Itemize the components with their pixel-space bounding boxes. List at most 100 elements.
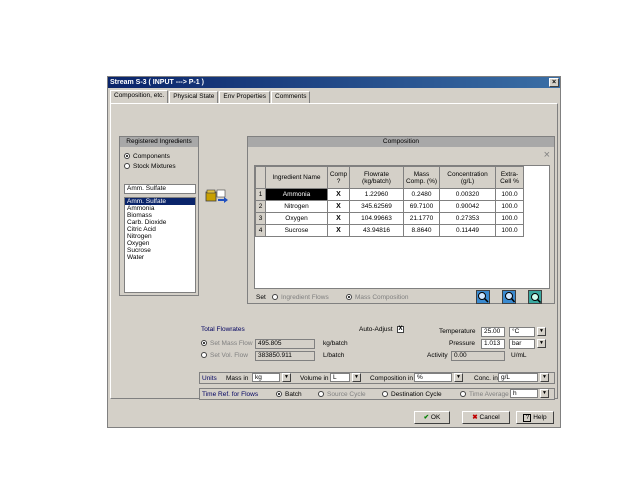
temperature-input[interactable]: 25.00	[481, 327, 505, 337]
cell-comp[interactable]: X	[327, 200, 350, 213]
composition-row[interactable]: 3 Oxygen X 104.99663 21.1770 0.27353 100.0	[255, 212, 524, 225]
ingredient-list-item[interactable]: Water	[125, 254, 195, 261]
cancel-x-icon: ✖	[472, 414, 478, 421]
cell-n[interactable]: 3	[255, 212, 266, 225]
cell-mass[interactable]: 69.7100	[403, 200, 440, 213]
tab-physical-state[interactable]: Physical State	[169, 91, 219, 103]
cell-name[interactable]: Oxygen	[265, 212, 328, 225]
cell-extra[interactable]: 100.0	[495, 200, 524, 213]
temperature-unit-dropdown[interactable]: ▼	[537, 327, 546, 336]
mass-unit-dropdown[interactable]: ▼	[282, 373, 291, 382]
pressure-unit-select[interactable]: bar	[509, 339, 535, 349]
stream-dialog: Stream S-3 ( INPUT ---> P-1 ) × Composit…	[107, 76, 561, 428]
ingredient-list-item[interactable]: Ammonia	[125, 205, 195, 212]
radio-icon	[460, 391, 466, 398]
tab-env-properties[interactable]: Env Properties	[219, 91, 271, 103]
set-mass-composition-radio[interactable]: Mass Composition	[346, 294, 408, 301]
pressure-input[interactable]: 1.013	[481, 339, 505, 349]
volume-unit-select[interactable]: L	[330, 373, 350, 382]
cell-extra[interactable]: 100.0	[495, 212, 524, 225]
batch-radio[interactable]: Batch	[276, 391, 302, 398]
close-button[interactable]: ×	[549, 78, 559, 87]
radio-icon	[272, 294, 278, 301]
cell-flow[interactable]: 43.94816	[349, 224, 404, 237]
cancel-button[interactable]: ✖ Cancel	[462, 411, 510, 424]
tab-comments[interactable]: Comments	[271, 91, 311, 103]
composition-row[interactable]: 1 Ammonia X 1.22960 0.2480 0.00320 100.0	[255, 188, 524, 201]
stock-mixtures-radio[interactable]: Stock Mixtures	[124, 163, 176, 170]
cell-conc[interactable]: 0.27353	[439, 212, 496, 225]
cell-mass[interactable]: 8.8640	[403, 224, 440, 237]
composition-close-icon[interactable]: ×	[544, 149, 550, 161]
ingredient-list-item[interactable]: Citric Acid	[125, 226, 195, 233]
ingredient-list-item[interactable]: Carb. Dioxide	[125, 219, 195, 226]
cell-n[interactable]: 1	[255, 188, 266, 201]
corner-cell	[255, 166, 266, 189]
view-ingredient-icon[interactable]	[502, 290, 516, 304]
ok-button[interactable]: ✔ OK	[414, 411, 450, 424]
ingredient-list-item[interactable]: Nitrogen	[125, 233, 195, 240]
cell-name[interactable]: Sucrose	[265, 224, 328, 237]
source-cycle-radio[interactable]: Source Cycle	[318, 391, 366, 398]
conc-unit-dropdown[interactable]: ▼	[540, 373, 549, 382]
composition-header: Composition	[248, 137, 554, 147]
set-ingredient-flows-radio[interactable]: Ingredient Flows	[272, 294, 329, 301]
radio-icon	[346, 294, 352, 301]
ingredient-properties-icon[interactable]	[528, 290, 542, 304]
components-radio[interactable]: Components	[124, 153, 170, 160]
cell-name[interactable]: Nitrogen	[265, 200, 328, 213]
cell-extra[interactable]: 100.0	[495, 188, 524, 201]
total-flowrates-section: Total Flowrates Auto-Adjust X Set Mass F…	[199, 326, 555, 368]
ingredient-list[interactable]: Amm. Sulfate Ammonia Biomass Carb. Dioxide C…	[124, 197, 196, 293]
mass-flow-unit: kg/batch	[323, 340, 348, 347]
conc-unit-select[interactable]: g/L	[498, 373, 538, 382]
ingredient-list-item[interactable]: Sucrose	[125, 247, 195, 254]
cell-n[interactable]: 4	[255, 224, 266, 237]
ingredient-search-input[interactable]: Amm. Sulfate	[124, 184, 196, 194]
cell-conc[interactable]: 0.00320	[439, 188, 496, 201]
conc-in-label: Conc. in	[474, 375, 498, 382]
cell-comp[interactable]: X	[327, 212, 350, 225]
pressure-unit-dropdown[interactable]: ▼	[537, 339, 546, 348]
help-button[interactable]: ? Help	[516, 411, 554, 424]
destination-cycle-radio[interactable]: Destination Cycle	[382, 391, 442, 398]
composition-row[interactable]: 4 Sucrose X 43.94816 8.8640 0.11449 100.0	[255, 224, 524, 237]
temperature-unit-select[interactable]: °C	[509, 327, 535, 337]
cell-conc[interactable]: 0.11449	[439, 224, 496, 237]
time-average-unit-dropdown[interactable]: ▼	[540, 389, 549, 398]
cell-flow[interactable]: 104.99663	[349, 212, 404, 225]
cell-mass[interactable]: 0.2480	[403, 188, 440, 201]
add-ingredient-icon[interactable]	[205, 189, 229, 203]
composition-unit-select[interactable]: %	[414, 373, 452, 382]
cell-flow[interactable]: 1.22960	[349, 188, 404, 201]
volume-unit-dropdown[interactable]: ▼	[352, 373, 361, 382]
composition-row[interactable]: 2 Nitrogen X 345.62569 69.7100 0.90042 100.0	[255, 200, 524, 213]
composition-unit-dropdown[interactable]: ▼	[454, 373, 463, 382]
auto-adjust-checkbox[interactable]: X	[397, 326, 404, 333]
help-icon: ?	[523, 414, 532, 422]
cell-conc[interactable]: 0.90042	[439, 200, 496, 213]
ingredient-list-item[interactable]: Amm. Sulfate	[125, 198, 195, 205]
cell-flow[interactable]: 345.62569	[349, 200, 404, 213]
units-bar: Units Mass in kg ▼ Volume in L ▼ Composi…	[199, 372, 555, 384]
mass-in-label: Mass in	[226, 375, 249, 382]
radio-icon	[318, 391, 324, 398]
mass-unit-select[interactable]: kg	[252, 373, 280, 382]
time-average-radio[interactable]: Time Average	[460, 391, 509, 398]
set-mass-flow-radio[interactable]: Set Mass Flow	[201, 340, 253, 347]
set-vol-flow-radio[interactable]: Set Vol. Flow	[201, 352, 248, 359]
time-average-unit-select[interactable]: h	[510, 389, 538, 398]
cell-name[interactable]: Ammonia	[265, 188, 328, 201]
composition-in-label: Composition in	[370, 375, 413, 382]
cell-extra[interactable]: 100.0	[495, 224, 524, 237]
cell-mass[interactable]: 21.1770	[403, 212, 440, 225]
cell-n[interactable]: 2	[255, 200, 266, 213]
find-ingredient-icon[interactable]	[476, 290, 490, 304]
radio-icon	[201, 340, 207, 347]
tab-composition[interactable]: Composition, etc.	[110, 90, 169, 103]
cell-comp[interactable]: X	[327, 188, 350, 201]
ingredient-list-item[interactable]: Biomass	[125, 212, 195, 219]
cell-comp[interactable]: X	[327, 224, 350, 237]
activity-field: 0.00	[451, 351, 505, 361]
ingredient-list-item[interactable]: Oxygen	[125, 240, 195, 247]
